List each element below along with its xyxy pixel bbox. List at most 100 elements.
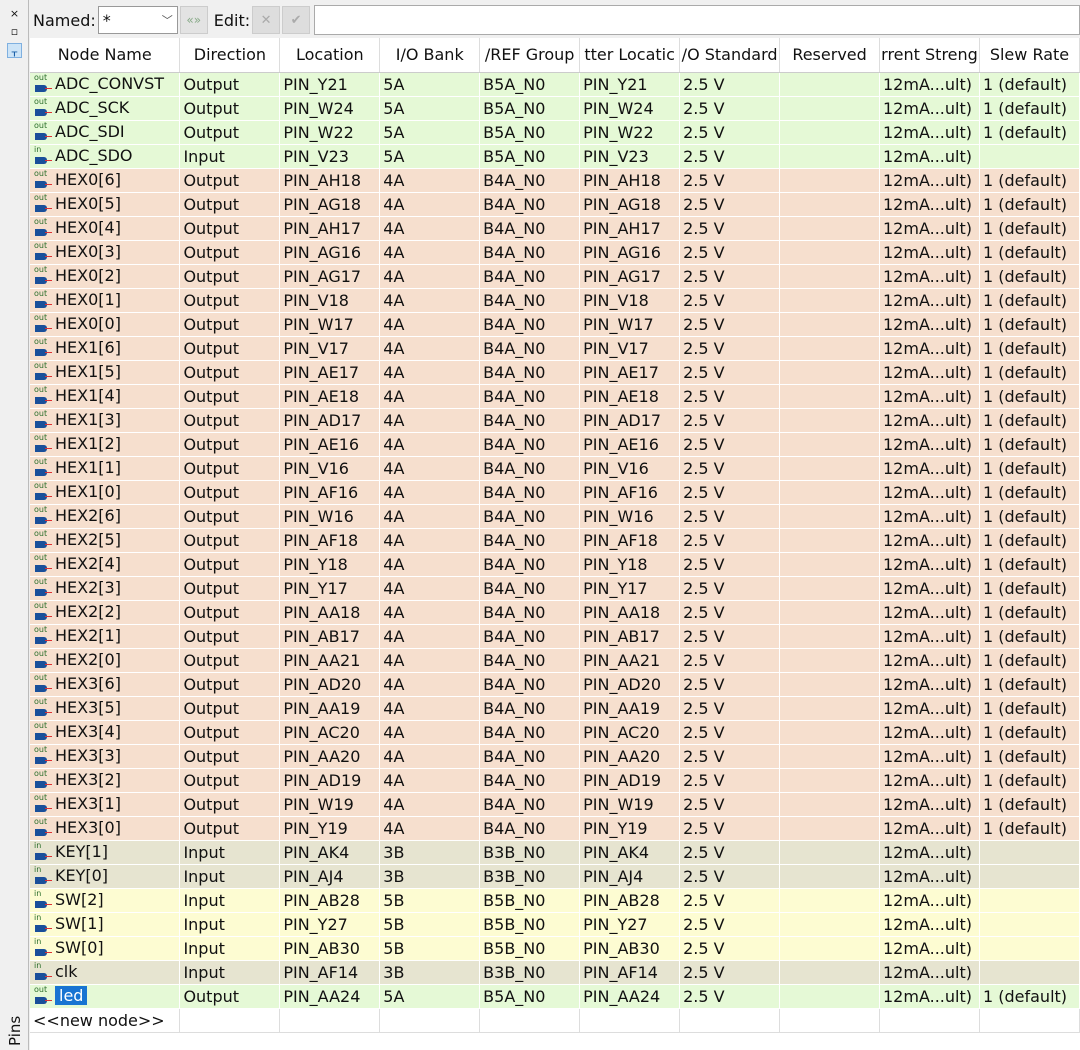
cell-node-name[interactable]: out HEX1[4] bbox=[30, 384, 181, 409]
cell-location[interactable]: PIN_AA18 bbox=[279, 600, 381, 625]
table-row[interactable]: out HEX1[1] Output PIN_V16 4A B4A_N0 PIN_V16 2.… bbox=[30, 456, 1080, 481]
cell-i-o-standard[interactable]: 2.5 V bbox=[679, 72, 781, 97]
cell-i-o-standard[interactable]: 2.5 V bbox=[679, 720, 781, 745]
cell-location[interactable]: PIN_V17 bbox=[279, 336, 381, 361]
cell-i-o-bank[interactable]: 4A bbox=[379, 720, 481, 745]
table-row[interactable]: out HEX0[0] Output PIN_W17 4A B4A_N0 PIN_W17 2.… bbox=[30, 312, 1080, 337]
cell-location[interactable]: PIN_Y21 bbox=[279, 72, 381, 97]
cell-node-name[interactable]: out HEX2[6] bbox=[30, 504, 181, 529]
cell-reserved[interactable] bbox=[779, 672, 880, 697]
cell-current-strength[interactable]: 12mA...ult) bbox=[879, 96, 980, 121]
cell-direction[interactable]: Output bbox=[179, 96, 281, 121]
cell-slew-rate[interactable]: 1 (default) bbox=[979, 504, 1080, 529]
cell-fitter-location[interactable]: PIN_V16 bbox=[579, 456, 681, 481]
cell-reserved[interactable] bbox=[779, 912, 880, 937]
cell-i-o-bank[interactable]: 5B bbox=[379, 936, 481, 961]
cell-slew-rate[interactable]: 1 (default) bbox=[979, 216, 1080, 241]
cell-i-o-bank[interactable]: 3B bbox=[379, 960, 481, 985]
cell-node-name[interactable]: out HEX1[6] bbox=[30, 336, 181, 361]
table-row[interactable]: in SW[2] Input PIN_AB28 5B B5B_N0 PIN_AB28 2.5 … bbox=[30, 888, 1080, 913]
cell-i-o-bank[interactable]: 4A bbox=[379, 480, 481, 505]
cell-i-o-standard[interactable]: 2.5 V bbox=[679, 744, 781, 769]
pin-icon[interactable]: ᚁ bbox=[7, 43, 22, 58]
cell-current-strength[interactable]: 12mA...ult) bbox=[879, 288, 980, 313]
cell-vref-group[interactable]: B4A_N0 bbox=[479, 312, 581, 337]
node-finder-button[interactable]: «» bbox=[179, 6, 208, 34]
cell-vref-group[interactable]: B4A_N0 bbox=[479, 168, 581, 193]
table-row[interactable]: out HEX1[6] Output PIN_V17 4A B4A_N0 PIN_V17 2.… bbox=[30, 336, 1080, 361]
cell-i-o-standard[interactable]: 2.5 V bbox=[679, 504, 781, 529]
cell-location[interactable]: PIN_AJ4 bbox=[279, 864, 381, 889]
cell-direction[interactable]: Output bbox=[179, 264, 281, 289]
cell-reserved[interactable] bbox=[779, 360, 880, 385]
cell-slew-rate[interactable]: 1 (default) bbox=[979, 168, 1080, 193]
cell-reserved[interactable] bbox=[779, 600, 880, 625]
cell-i-o-standard[interactable]: 2.5 V bbox=[679, 336, 781, 361]
cell-vref-group[interactable]: B4A_N0 bbox=[479, 696, 581, 721]
column-header[interactable]: rrent Streng bbox=[879, 38, 980, 73]
table-row[interactable]: in SW[1] Input PIN_Y27 5B B5B_N0 PIN_Y27 2.5 V1… bbox=[30, 912, 1080, 937]
cell-i-o-standard[interactable]: 2.5 V bbox=[679, 480, 781, 505]
cell-current-strength[interactable]: 12mA...ult) bbox=[879, 72, 980, 97]
cell-slew-rate[interactable]: 1 (default) bbox=[979, 672, 1080, 697]
cell-slew-rate[interactable]: 1 (default) bbox=[979, 696, 1080, 721]
cell-direction[interactable]: Output bbox=[179, 432, 281, 457]
table-row[interactable]: out ADC_CONVST Output PIN_Y21 5A B5A_N0 PIN_Y2… bbox=[30, 72, 1080, 97]
table-row[interactable]: out HEX1[3] Output PIN_AD17 4A B4A_N0 PIN_AD17… bbox=[30, 408, 1080, 433]
table-row[interactable]: in ADC_SDO Input PIN_V23 5A B5A_N0 PIN_V23 2.5 … bbox=[30, 144, 1080, 169]
table-row[interactable]: out ADC_SDI Output PIN_W22 5A B5A_N0 PIN_W22 2.… bbox=[30, 120, 1080, 145]
cell-i-o-standard[interactable]: 2.5 V bbox=[679, 960, 781, 985]
cell-slew-rate[interactable] bbox=[979, 936, 1080, 961]
cell-reserved[interactable] bbox=[779, 936, 880, 961]
cell-i-o-bank[interactable]: 4A bbox=[379, 576, 481, 601]
empty-cell[interactable] bbox=[879, 1008, 980, 1033]
cell-node-name[interactable]: in ADC_SDO bbox=[30, 144, 181, 169]
cell-node-name[interactable]: in SW[0] bbox=[30, 936, 181, 961]
column-header[interactable]: tter Locatic bbox=[579, 38, 681, 73]
cell-current-strength[interactable]: 12mA...ult) bbox=[879, 840, 980, 865]
cell-i-o-standard[interactable]: 2.5 V bbox=[679, 912, 781, 937]
cell-fitter-location[interactable]: PIN_AA24 bbox=[579, 984, 681, 1009]
cell-current-strength[interactable]: 12mA...ult) bbox=[879, 936, 980, 961]
column-header[interactable]: /O Standard bbox=[679, 38, 781, 73]
table-row[interactable]: out HEX2[1] Output PIN_AB17 4A B4A_N0 PIN_AB17… bbox=[30, 624, 1080, 649]
table-row[interactable]: in clk Input PIN_AF14 3B B3B_N0 PIN_AF14 2.5 V1… bbox=[30, 960, 1080, 985]
cell-fitter-location[interactable]: PIN_AE17 bbox=[579, 360, 681, 385]
cell-node-name[interactable]: out HEX3[2] bbox=[30, 768, 181, 793]
cell-direction[interactable]: Input bbox=[179, 864, 281, 889]
cell-fitter-location[interactable]: PIN_AF18 bbox=[579, 528, 681, 553]
cell-location[interactable]: PIN_AE18 bbox=[279, 384, 381, 409]
cell-vref-group[interactable]: B4A_N0 bbox=[479, 216, 581, 241]
cell-direction[interactable]: Output bbox=[179, 336, 281, 361]
cell-fitter-location[interactable]: PIN_AB17 bbox=[579, 624, 681, 649]
cell-direction[interactable]: Output bbox=[179, 480, 281, 505]
cell-current-strength[interactable]: 12mA...ult) bbox=[879, 672, 980, 697]
cell-reserved[interactable] bbox=[779, 192, 880, 217]
cell-node-name[interactable]: out HEX3[4] bbox=[30, 720, 181, 745]
cell-direction[interactable]: Input bbox=[179, 840, 281, 865]
table-row[interactable]: out led Output PIN_AA24 5A B5A_N0 PIN_AA24 2.5 … bbox=[30, 984, 1080, 1009]
table-row[interactable]: out HEX2[4] Output PIN_Y18 4A B4A_N0 PIN_Y18 2.… bbox=[30, 552, 1080, 577]
cell-node-name[interactable]: in SW[1] bbox=[30, 912, 181, 937]
cell-direction[interactable]: Input bbox=[179, 888, 281, 913]
cell-slew-rate[interactable]: 1 (default) bbox=[979, 336, 1080, 361]
cell-vref-group[interactable]: B5A_N0 bbox=[479, 72, 581, 97]
cell-fitter-location[interactable]: PIN_AA20 bbox=[579, 744, 681, 769]
cell-reserved[interactable] bbox=[779, 456, 880, 481]
cell-vref-group[interactable]: B3B_N0 bbox=[479, 960, 581, 985]
cell-i-o-bank[interactable]: 3B bbox=[379, 864, 481, 889]
cell-reserved[interactable] bbox=[779, 216, 880, 241]
cell-current-strength[interactable]: 12mA...ult) bbox=[879, 696, 980, 721]
cell-location[interactable]: PIN_Y27 bbox=[279, 912, 381, 937]
column-header[interactable]: Location bbox=[279, 38, 381, 73]
cell-fitter-location[interactable]: PIN_AG17 bbox=[579, 264, 681, 289]
cell-fitter-location[interactable]: PIN_AD20 bbox=[579, 672, 681, 697]
cell-slew-rate[interactable]: 1 (default) bbox=[979, 528, 1080, 553]
cell-current-strength[interactable]: 12mA...ult) bbox=[879, 264, 980, 289]
cell-i-o-bank[interactable]: 4A bbox=[379, 768, 481, 793]
cell-slew-rate[interactable]: 1 (default) bbox=[979, 240, 1080, 265]
cell-node-name[interactable]: out HEX3[6] bbox=[30, 672, 181, 697]
named-filter-dropdown[interactable]: * ﹀ bbox=[97, 6, 178, 34]
cell-direction[interactable]: Output bbox=[179, 168, 281, 193]
cell-vref-group[interactable]: B3B_N0 bbox=[479, 864, 581, 889]
